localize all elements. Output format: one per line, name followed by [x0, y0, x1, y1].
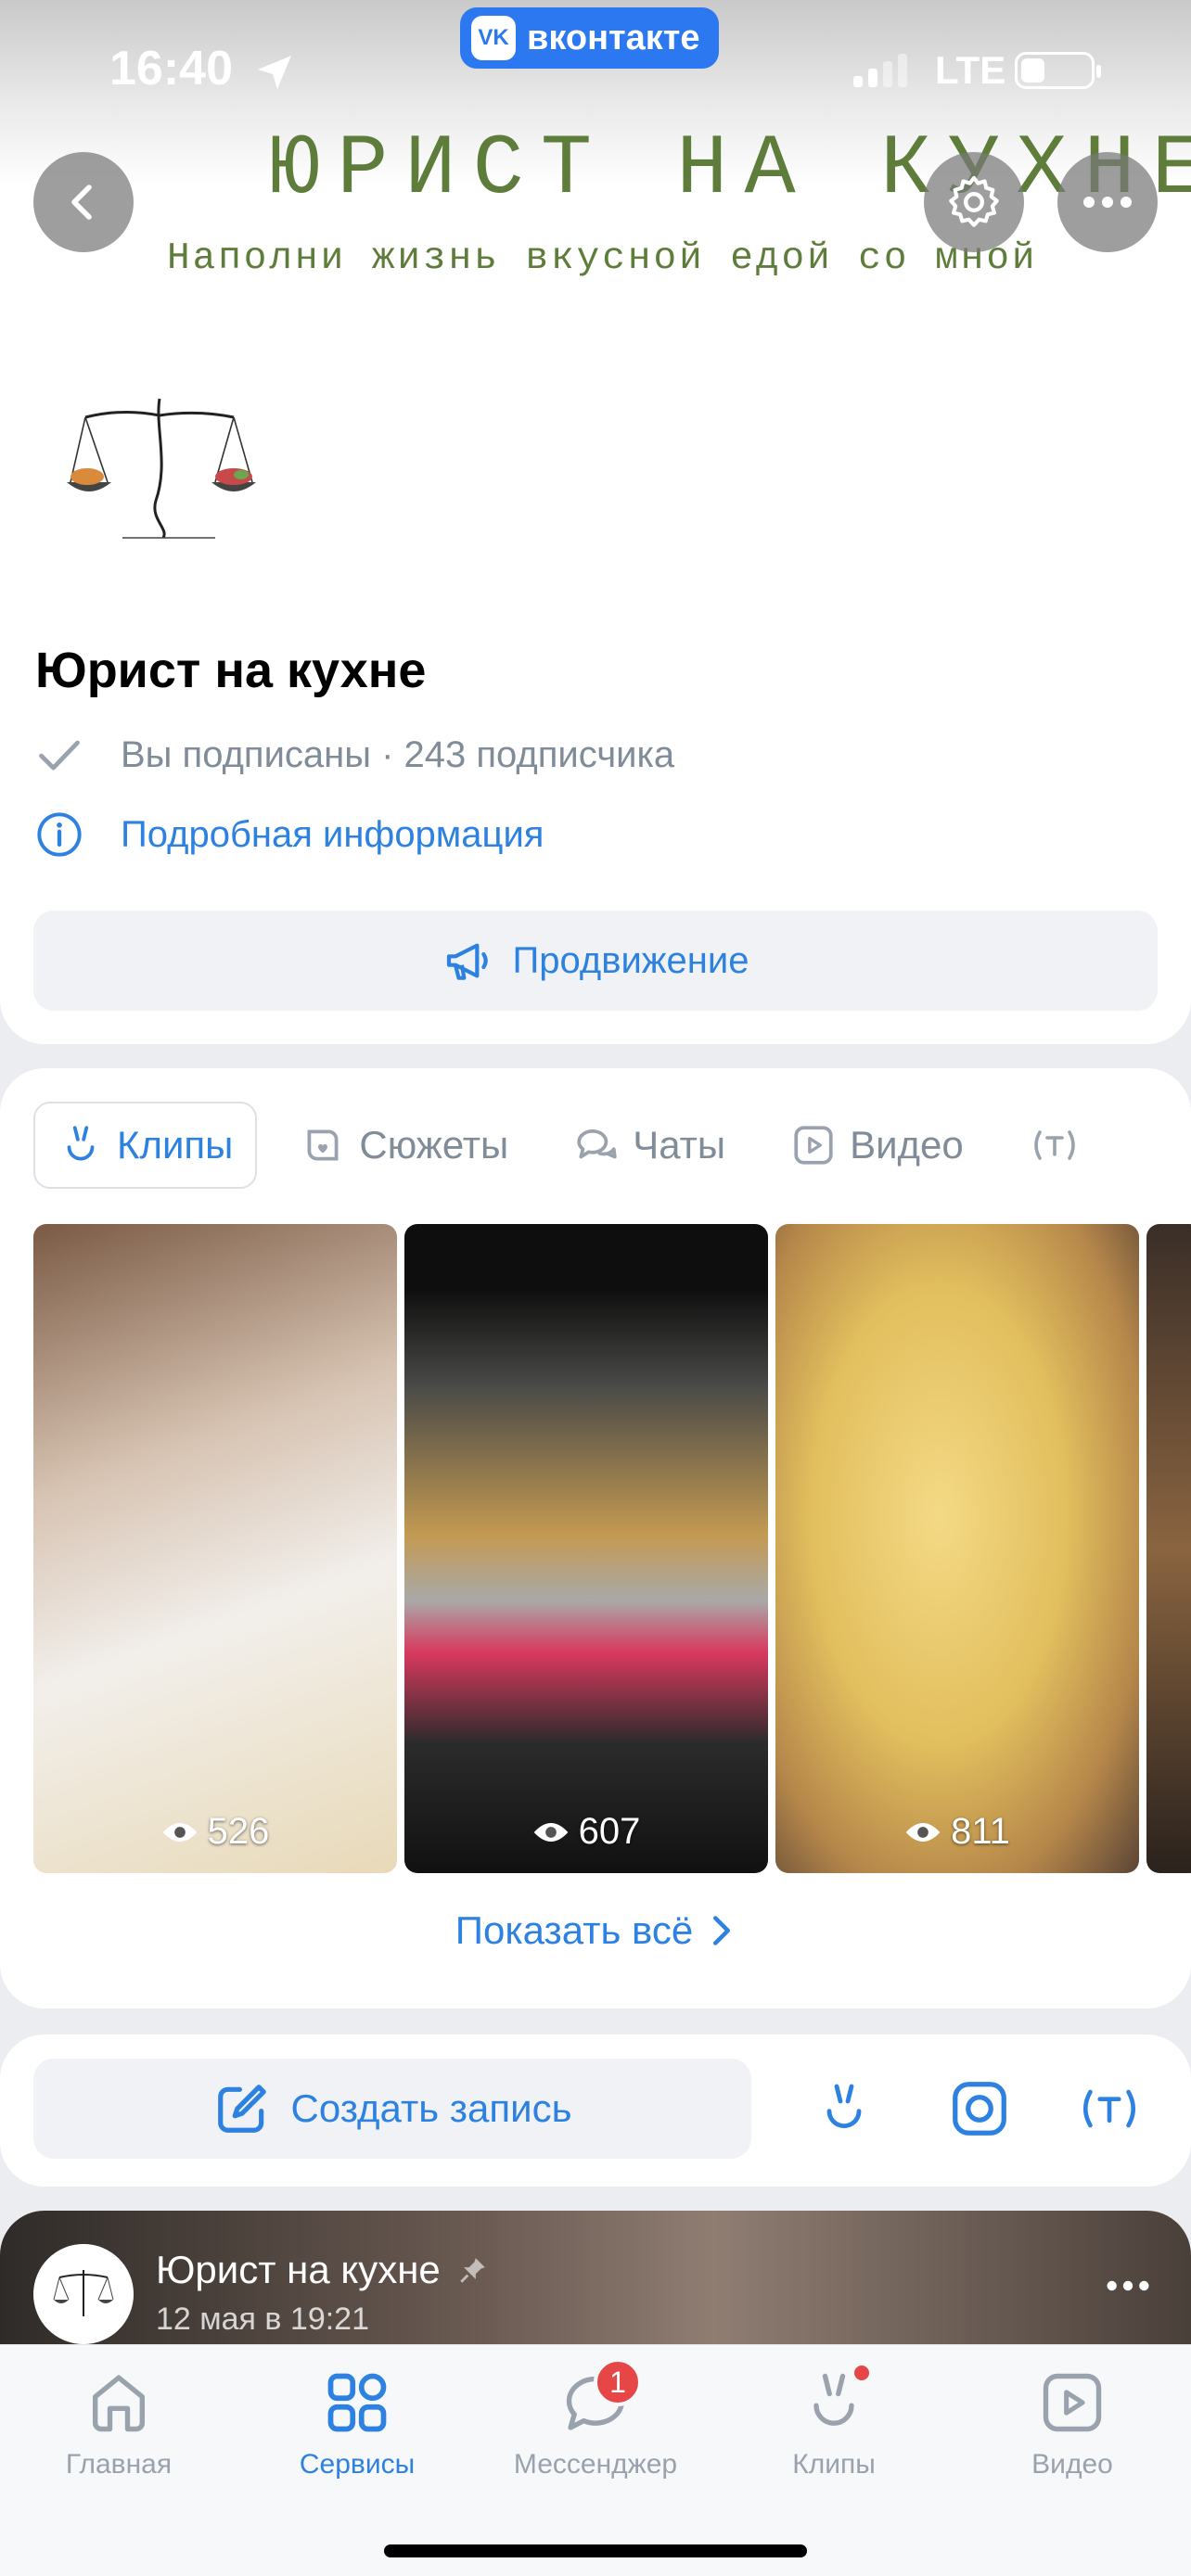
home-icon — [80, 2364, 158, 2442]
tab-label: Чаты — [633, 1123, 726, 1167]
promotion-label: Продвижение — [512, 939, 749, 981]
nav-clips[interactable]: Клипы — [715, 2364, 953, 2480]
create-story-button[interactable] — [946, 2075, 1013, 2142]
video-icon — [794, 1126, 833, 1165]
clip-views-count: 811 — [951, 1811, 1010, 1852]
show-all-label: Показать всё — [455, 1908, 694, 1952]
return-to-app-pill[interactable]: VK вконтакте — [460, 7, 719, 69]
show-all-link[interactable]: Показать всё — [0, 1908, 1191, 1953]
subscription-row[interactable]: Вы подписаны · 243 подписчика — [35, 731, 674, 779]
post-author-avatar[interactable] — [33, 2244, 134, 2344]
group-avatar-logo[interactable] — [67, 389, 271, 556]
stories-icon — [307, 1129, 339, 1161]
nav-label: Клипы — [792, 2449, 876, 2480]
start-broadcast-button[interactable] — [1076, 2075, 1143, 2142]
camera-icon — [953, 2082, 1006, 2136]
live-broadcast-icon — [1033, 1130, 1075, 1160]
return-to-app-label: вконтакте — [527, 18, 700, 57]
clip-thumbnail[interactable]: 526 — [33, 1224, 397, 1873]
more-horizontal-icon — [1083, 197, 1132, 208]
details-link-row[interactable]: Подробная информация — [35, 810, 544, 859]
video-nav-icon — [1033, 2364, 1111, 2442]
profile-card: Юрист на кухне Вы подписаны · 243 подпис… — [0, 315, 1191, 1044]
create-post-card: Создать запись — [0, 2034, 1191, 2187]
clips-icon — [67, 1126, 95, 1161]
home-indicator[interactable] — [384, 2544, 807, 2557]
clip-thumbnail[interactable]: 811 — [775, 1224, 1139, 1873]
battery-icon — [1015, 52, 1101, 89]
status-bar: 16:40 VK вконтакте LTE — [0, 0, 1191, 139]
create-post-label: Создать запись — [290, 2086, 572, 2130]
post-author-name: Юрист на кухне — [156, 2248, 441, 2291]
status-time: 16:40 — [109, 42, 233, 96]
clips-icon — [826, 2084, 862, 2129]
content-card: Клипы Сюжеты Чаты Видео 526 607 811 Пока… — [0, 1068, 1191, 2009]
gear-icon — [949, 175, 999, 227]
promotion-button[interactable]: Продвижение — [33, 911, 1158, 1011]
tab-video[interactable]: Видео — [768, 1102, 986, 1189]
clips-carousel[interactable]: 526 607 811 — [33, 1224, 1191, 1873]
back-button[interactable] — [33, 152, 134, 252]
megaphone-icon — [446, 943, 488, 980]
post-author-row: Юрист на кухне — [156, 2248, 489, 2292]
signal-icon — [853, 52, 907, 87]
nav-services[interactable]: Сервисы — [238, 2364, 476, 2480]
details-link: Подробная информация — [121, 813, 544, 855]
nav-label: Сервисы — [299, 2449, 416, 2480]
clip-views: 607 — [404, 1811, 768, 1853]
nav-label: Видео — [1031, 2449, 1113, 2480]
tab-live[interactable] — [1006, 1102, 1103, 1189]
checkmark-icon — [39, 740, 80, 771]
tab-label: Клипы — [117, 1123, 234, 1167]
info-icon — [37, 812, 82, 857]
clip-views: 811 — [775, 1811, 1139, 1853]
tab-clips[interactable]: Клипы — [33, 1102, 258, 1189]
clip-views-count: 607 — [578, 1811, 641, 1852]
tab-stories[interactable]: Сюжеты — [277, 1102, 531, 1189]
services-icon — [318, 2364, 396, 2442]
nav-label: Мессенджер — [513, 2449, 678, 2480]
settings-button[interactable] — [924, 152, 1024, 252]
chevron-left-icon — [71, 185, 92, 220]
tab-chats[interactable]: Чаты — [551, 1102, 748, 1189]
chats-icon — [577, 1129, 617, 1159]
messenger-badge: 1 — [594, 2358, 642, 2406]
location-arrow-icon — [258, 56, 291, 89]
eye-icon — [905, 1822, 941, 1842]
tab-label: Сюжеты — [359, 1123, 509, 1167]
chevron-right-icon — [713, 1916, 731, 1945]
eye-icon — [162, 1822, 197, 1842]
create-clip-button[interactable] — [811, 2075, 877, 2142]
nav-home[interactable]: Главная — [0, 2364, 237, 2480]
clip-thumbnail[interactable]: 607 — [404, 1224, 768, 1873]
clips-notification-dot — [854, 2366, 869, 2380]
cover-subtitle: Наполни жизнь вкусной едой со мной — [167, 237, 1038, 280]
edit-icon — [217, 2085, 266, 2133]
tab-label: Видео — [850, 1123, 964, 1167]
live-broadcast-icon — [1082, 2089, 1136, 2128]
bottom-navigation: Главная Сервисы 1 Мессенджер Клипы Видео — [0, 2344, 1191, 2576]
clip-thumbnail-partial[interactable] — [1146, 1224, 1191, 1873]
create-post-button[interactable]: Создать запись — [33, 2059, 751, 2159]
post-more-icon[interactable] — [1104, 2277, 1152, 2294]
clip-views-count: 526 — [207, 1811, 270, 1852]
group-name: Юрист на кухне — [35, 643, 427, 698]
nav-messenger[interactable]: 1 Мессенджер — [477, 2358, 714, 2480]
content-tabs: Клипы Сюжеты Чаты Видео — [33, 1102, 1123, 1189]
pin-icon — [460, 2258, 485, 2283]
clip-views: 526 — [33, 1811, 397, 1853]
eye-icon — [533, 1822, 568, 1842]
nav-label: Главная — [65, 2449, 173, 2480]
messenger-icon: 1 — [557, 2358, 642, 2442]
network-label: LTE — [935, 48, 1006, 92]
nav-video[interactable]: Видео — [954, 2364, 1191, 2480]
vk-logo-icon: VK — [471, 16, 516, 60]
clips-nav-icon — [795, 2364, 873, 2442]
post-date: 12 мая в 19:21 — [156, 2302, 369, 2337]
subscription-status: Вы подписаны · 243 подписчика — [121, 733, 675, 775]
more-options-button[interactable] — [1057, 152, 1158, 252]
battery-level — [1021, 58, 1044, 83]
